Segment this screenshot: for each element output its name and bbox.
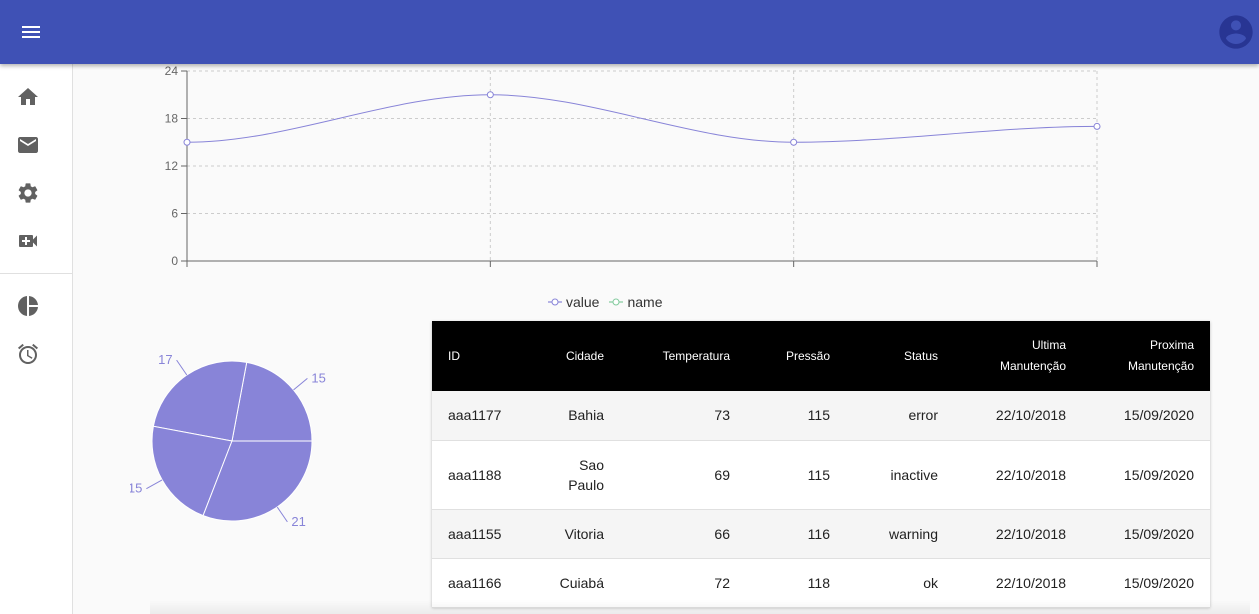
column-header-label: Pressão: [785, 348, 830, 363]
account-circle-icon: [1219, 15, 1253, 49]
pie-slice-label: 21: [291, 514, 305, 529]
home-icon: [18, 88, 38, 105]
settings-icon: [18, 183, 38, 203]
equipment-table: ID Cidade Temperatura Pressão Status Ultima Ma…: [432, 321, 1210, 607]
data-point: [790, 138, 798, 146]
table-cell: 22/10/2018: [995, 407, 1066, 424]
nav-pie-chart[interactable]: [0, 282, 72, 330]
table-header-row: ID Cidade Temperatura Pressão Status Ultima Ma…: [432, 321, 1210, 391]
pie-label-line: [176, 359, 188, 376]
y-tick-label: 12: [165, 159, 179, 173]
table-cell: 116: [807, 525, 830, 542]
table-cell: 15/09/2020: [1123, 407, 1194, 424]
column-header[interactable]: Status: [846, 321, 954, 391]
line-chart: 0 6 12 18 24: [140, 64, 1140, 314]
data-point: [183, 138, 191, 146]
chart-legend: value name: [548, 292, 673, 312]
column-header-label: Status: [903, 348, 938, 363]
app-bar: [0, 0, 1259, 64]
pie-label-line: [276, 506, 288, 523]
pie-slice-label: 15: [311, 370, 325, 385]
table-cell: 69: [714, 466, 730, 483]
nav-home[interactable]: [0, 73, 72, 121]
table-cell: 15/09/2020: [1123, 525, 1194, 542]
table-cell: aaa1155: [448, 525, 502, 542]
table-cell: 115: [807, 466, 830, 483]
y-tick-label: 0: [171, 254, 178, 268]
column-header[interactable]: Proxima Manutenção: [1082, 321, 1210, 391]
table-cell: Vitoria: [564, 525, 604, 542]
table-cell: 66: [714, 525, 730, 542]
legend-label-value: value: [566, 294, 600, 310]
table-cell: warning: [888, 525, 938, 542]
data-point: [486, 91, 494, 99]
table-row[interactable]: aaa1155 Vitoria 66 116 warning 22/10/2018 15/0…: [432, 509, 1210, 558]
legend-label-name: name: [627, 294, 663, 310]
video-call-icon: [19, 235, 37, 247]
table-cell: Sao Paulo: [568, 456, 604, 493]
legend-line-icon: [609, 298, 624, 306]
pie-chart: 15 17 15 21: [128, 345, 340, 535]
legend-item-value[interactable]: value: [548, 294, 599, 310]
table-cell: 115: [807, 407, 830, 424]
table-cell: error: [908, 407, 938, 424]
nav-mail[interactable]: [0, 121, 72, 169]
table-cell: 15/09/2020: [1123, 466, 1194, 483]
table-cell: aaa1177: [448, 407, 502, 424]
pie-label-line: [146, 479, 163, 490]
table-cell: Bahia: [568, 407, 604, 424]
y-tick-label: 18: [165, 112, 179, 126]
column-header-label: Manutenção: [1127, 359, 1194, 373]
table-row[interactable]: aaa1177 Bahia 73 115 error 22/10/2018 15/09/20…: [432, 391, 1210, 440]
table-cell: aaa1188: [448, 466, 502, 483]
column-header-label: Manutenção: [999, 359, 1066, 373]
column-header-label: Cidade: [565, 348, 604, 363]
column-header-label: Ultima: [1031, 338, 1066, 352]
column-header[interactable]: Pressão: [746, 321, 846, 391]
column-header-label: ID: [448, 348, 460, 363]
column-header-label: Proxima: [1149, 338, 1194, 352]
column-header[interactable]: Temperatura: [620, 321, 746, 391]
column-header-label: Temperatura: [662, 348, 730, 363]
data-point: [1093, 122, 1101, 130]
nav-video-call[interactable]: [0, 217, 72, 265]
legend-line-icon: [548, 298, 562, 306]
pie-slice-label: 17: [158, 352, 172, 367]
y-tick-label: 6: [171, 207, 178, 221]
account-button[interactable]: [1216, 12, 1256, 52]
table-cell: 22/10/2018: [995, 466, 1066, 483]
content-bottom-shadow: [150, 600, 1250, 614]
table-cell: inactive: [890, 466, 938, 483]
table-body: aaa1177 Bahia 73 115 error 22/10/2018 15/09/20…: [432, 391, 1210, 607]
nav-alarm[interactable]: [0, 330, 72, 378]
column-header[interactable]: Ultima Manutenção: [954, 321, 1082, 391]
legend-item-name[interactable]: name: [609, 294, 663, 310]
table-row[interactable]: aaa1188 Sao Paulo 69 115 inactive 22/10/2018 15…: [432, 440, 1210, 509]
menu-button[interactable]: [14, 20, 58, 44]
table-cell: 22/10/2018: [995, 525, 1066, 542]
pie-chart-icon: [18, 296, 38, 316]
column-header[interactable]: Cidade: [528, 321, 620, 391]
y-tick-label: 24: [165, 64, 179, 78]
column-header[interactable]: ID: [432, 321, 528, 391]
table-cell: 73: [714, 407, 730, 424]
mail-icon: [18, 137, 38, 153]
series-line-value: [186, 94, 1098, 143]
nav-settings[interactable]: [0, 169, 72, 217]
menu-icon: [22, 26, 40, 38]
pie-label-line: [293, 378, 308, 391]
alarm-icon: [18, 343, 38, 364]
chart-grid: [186, 70, 1098, 262]
side-drawer: [0, 64, 73, 614]
pie-slice-label: 15: [130, 481, 142, 496]
drawer-divider: [0, 273, 72, 274]
